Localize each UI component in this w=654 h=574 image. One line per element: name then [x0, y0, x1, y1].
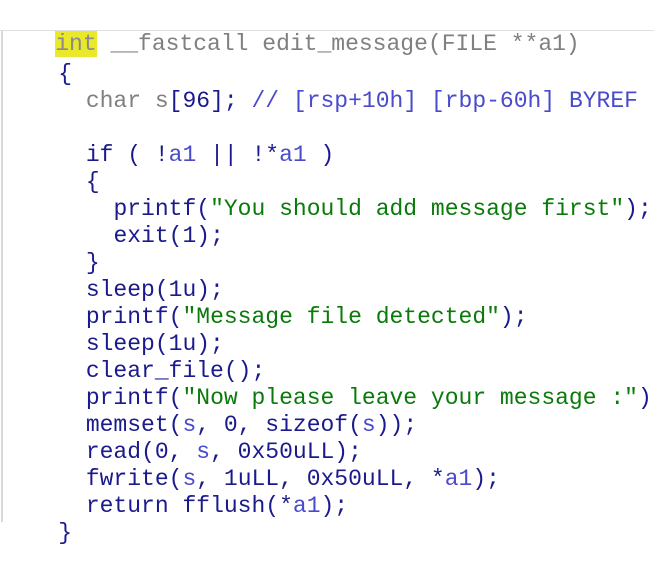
- call-end: );: [472, 466, 500, 492]
- decl-semi: ;: [223, 88, 238, 114]
- if-open: ( !: [113, 142, 169, 168]
- call-end: );: [637, 385, 654, 411]
- code-line-inner-close[interactable]: }: [3, 223, 100, 276]
- var-a1: a1: [292, 493, 321, 519]
- code-line-memset[interactable]: memset(s, 0, sizeof(s));: [3, 385, 417, 438]
- code-line-open-brace[interactable]: {: [3, 34, 72, 87]
- exit-call: exit: [113, 223, 169, 249]
- decl-type: char: [85, 88, 142, 114]
- var-a1: a1: [168, 142, 197, 168]
- code-line-printf-3[interactable]: printf("Now please leave your message :"…: [3, 358, 654, 411]
- var-a1: a1: [279, 142, 307, 168]
- if-close: ): [306, 142, 335, 168]
- code-line-exit[interactable]: exit(1);: [3, 196, 223, 249]
- close-brace: }: [58, 520, 73, 546]
- code-line-printf-1[interactable]: printf("You should add message first");: [3, 169, 651, 222]
- code-line-if[interactable]: if ( !a1 || !*a1 ): [3, 115, 334, 168]
- string-literal: "You should add message first": [210, 196, 625, 222]
- code-line-signature[interactable]: int __fastcall edit_message(FILE **a1): [0, 4, 654, 57]
- call-end: );: [320, 493, 349, 519]
- fflush-call: fflush: [168, 493, 266, 519]
- code-line-fwrite[interactable]: fwrite(s, 1uLL, 0x50uLL, *a1);: [3, 439, 500, 492]
- code-line-declaration[interactable]: char s[96]; // [rsp+10h] [rbp-60h] BYREF: [3, 61, 638, 114]
- code-line-inner-open[interactable]: {: [3, 142, 100, 195]
- function-signature: __fastcall edit_message(FILE **a1): [96, 31, 580, 57]
- var-s: s: [361, 412, 376, 438]
- call-end: );: [499, 304, 528, 330]
- decl-comment: // [rsp+10h] [rbp-60h] BYREF: [237, 88, 638, 114]
- code-line-clear-file[interactable]: clear_file();: [3, 331, 265, 384]
- code-line-close-brace[interactable]: }: [3, 493, 72, 546]
- code-line-sleep-2[interactable]: sleep(1u);: [3, 304, 224, 357]
- return-keyword: return: [85, 493, 169, 519]
- exit-args: (1);: [168, 223, 224, 249]
- string-literal: "Message file detected": [182, 304, 500, 330]
- code-editor[interactable]: int __fastcall edit_message(FILE **a1) {…: [0, 0, 654, 546]
- code-line-return[interactable]: return fflush(*a1);: [3, 466, 348, 519]
- fflush-open: (*: [265, 493, 293, 519]
- call-end: );: [624, 196, 652, 222]
- call-end: ));: [375, 412, 418, 438]
- decl-name: s: [141, 88, 169, 114]
- if-mid: || !*: [196, 142, 280, 168]
- code-line-sleep-1[interactable]: sleep(1u);: [3, 250, 224, 303]
- var-a1: a1: [444, 466, 473, 492]
- code-line-printf-2[interactable]: printf("Message file detected");: [3, 277, 528, 330]
- code-line-read[interactable]: read(0, s, 0x50uLL);: [3, 412, 362, 465]
- decl-dim: [96]: [168, 88, 224, 114]
